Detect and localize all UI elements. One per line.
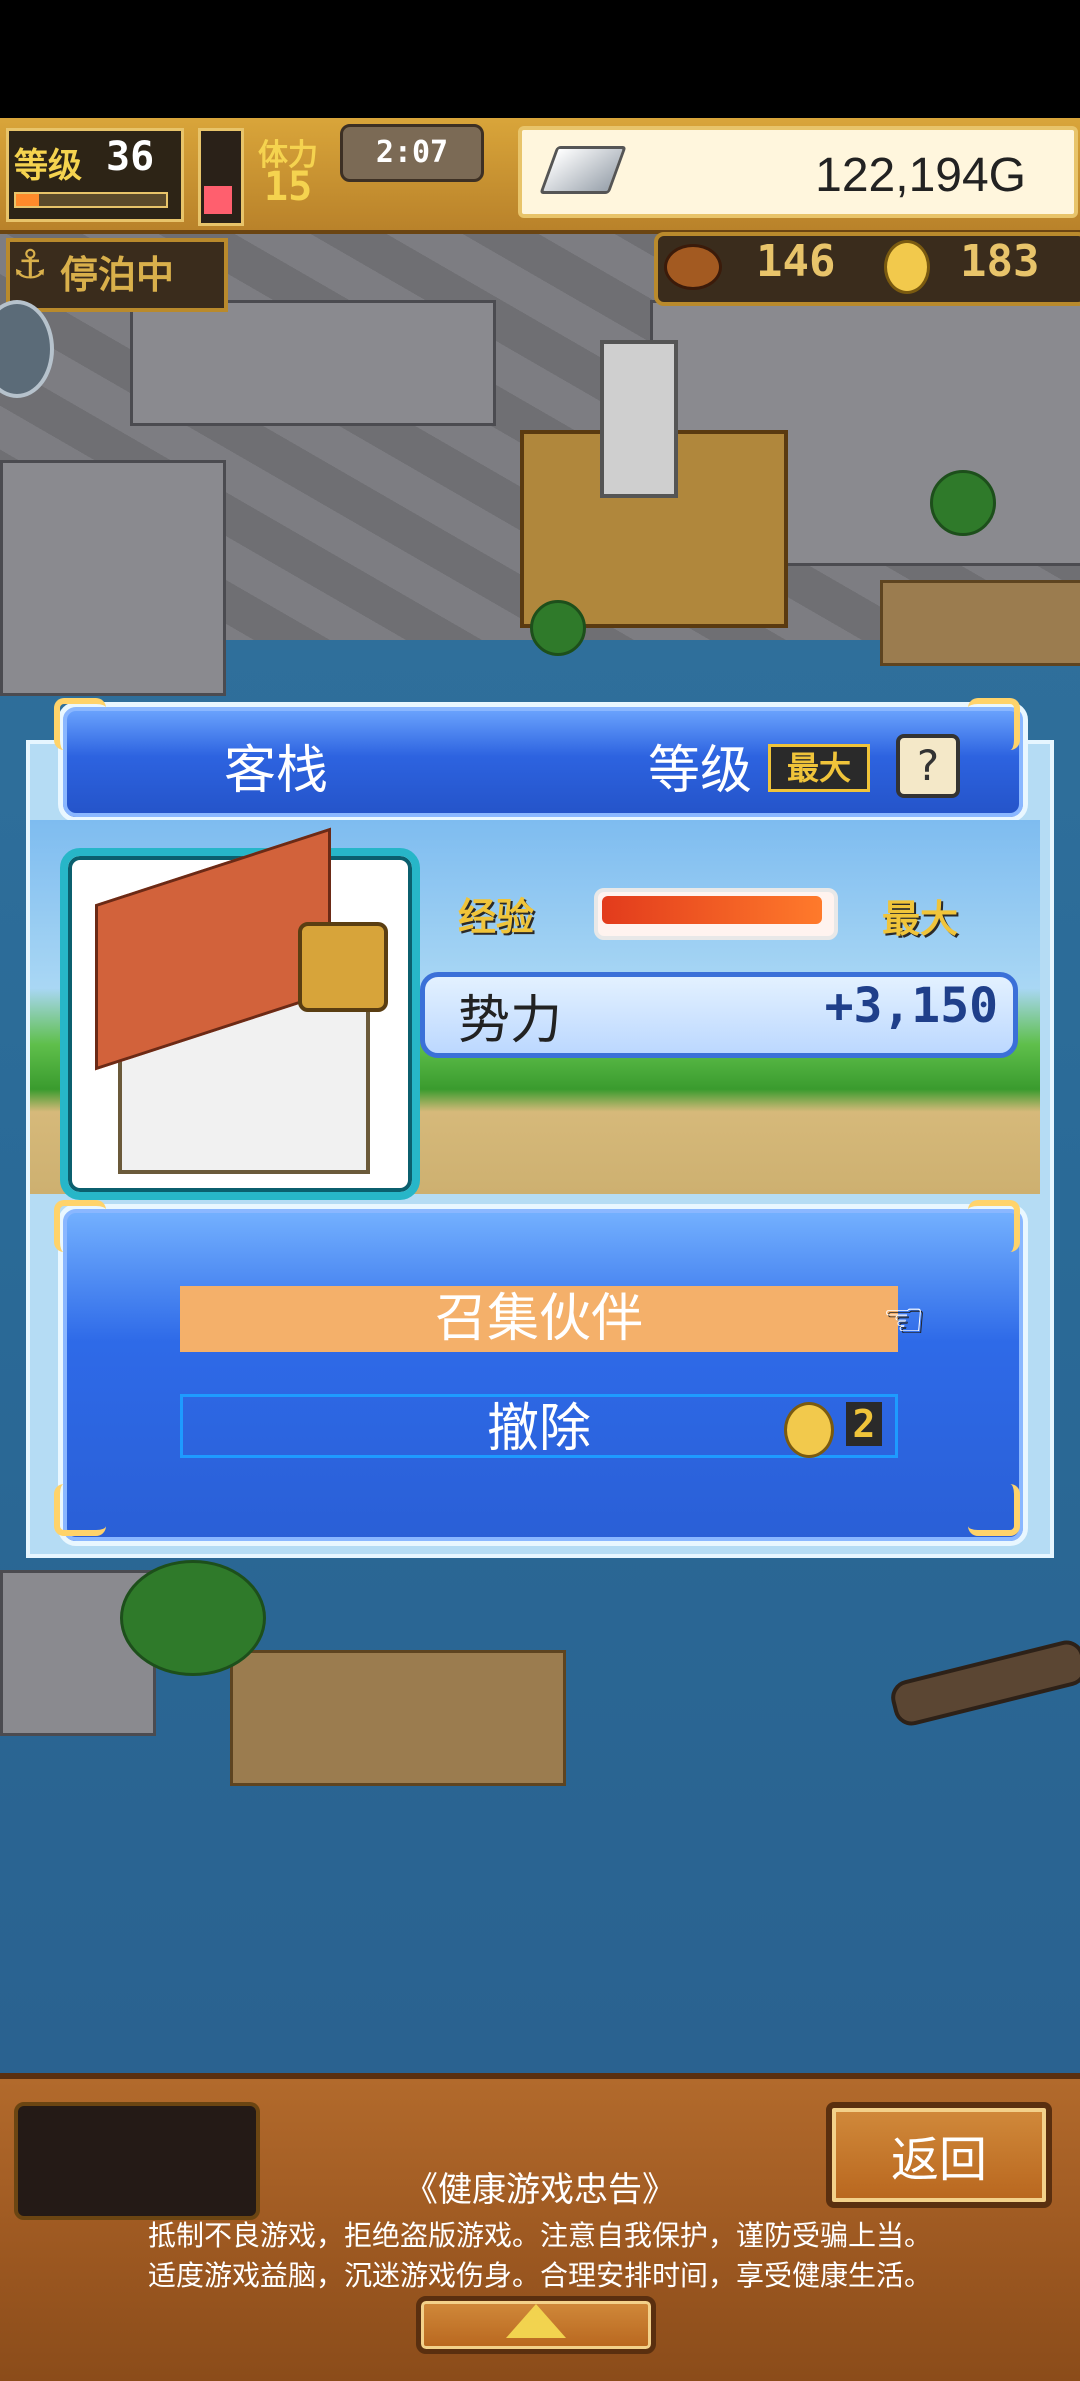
health-advisory-title: 《健康游戏忠告》 xyxy=(404,2171,676,2209)
health-advisory-line: 适度游戏益脑，沉迷游戏伤身。合理安排时间，享受健康生活。 xyxy=(147,2260,932,2291)
actions-panel xyxy=(58,1204,1028,1546)
tree xyxy=(120,1560,266,1676)
influence-label: 势力 xyxy=(458,992,563,1050)
pointing-hand-icon: ☜ xyxy=(882,1292,926,1348)
gold-value: 122,194G xyxy=(815,149,1026,202)
stamina-value: 15 xyxy=(264,164,313,210)
castle-wall xyxy=(130,300,496,426)
corner-ornament xyxy=(54,1200,106,1252)
level-value: 36 xyxy=(106,134,155,180)
corner-ornament xyxy=(54,698,106,750)
level-label: 等级 xyxy=(14,146,82,186)
lighthouse xyxy=(600,340,678,498)
expand-up-icon xyxy=(506,2304,566,2338)
game-clock: 2:07 xyxy=(340,124,484,182)
exp-max-label: 最大 xyxy=(882,897,959,941)
tree xyxy=(930,470,996,536)
food-value: 146 xyxy=(756,236,836,287)
status-bar-area xyxy=(0,0,1080,118)
corner-ornament xyxy=(968,1484,1020,1536)
remove-cost: 2 xyxy=(846,1402,882,1446)
stamina-gauge-fill xyxy=(204,186,232,214)
corner-ornament xyxy=(968,1200,1020,1252)
coin-value: 183 xyxy=(960,236,1040,287)
recruit-companion-button[interactable]: 召集伙伴 xyxy=(180,1286,898,1352)
anchor-status-label: 停泊中 xyxy=(60,253,175,297)
anchor-icon: ⚓ xyxy=(12,242,48,288)
tree xyxy=(530,600,586,656)
influence-value: +3,150 xyxy=(824,978,998,1034)
mug-sign-icon xyxy=(298,922,388,1012)
dock xyxy=(880,580,1080,666)
health-advisory-line: 抵制不良游戏，拒绝盗版游戏。注意自我保护，谨防受骗上当。 xyxy=(147,2220,932,2251)
level-max-badge: 最大 xyxy=(768,744,870,792)
exp-label: 经验 xyxy=(458,895,535,939)
dialog-header xyxy=(58,702,1028,822)
exp-bar-fill xyxy=(602,896,822,924)
food-icon xyxy=(664,244,722,290)
building-name: 客栈 xyxy=(224,742,329,800)
coin-icon xyxy=(884,240,930,294)
dock xyxy=(230,1650,566,1786)
castle-wall xyxy=(0,460,226,696)
help-button[interactable]: ? xyxy=(896,734,960,798)
coin-icon xyxy=(784,1402,834,1458)
level-progress-fill xyxy=(16,194,39,206)
building-level-label: 等级 xyxy=(648,742,753,800)
corner-ornament xyxy=(54,1484,106,1536)
corner-ornament xyxy=(968,698,1020,750)
